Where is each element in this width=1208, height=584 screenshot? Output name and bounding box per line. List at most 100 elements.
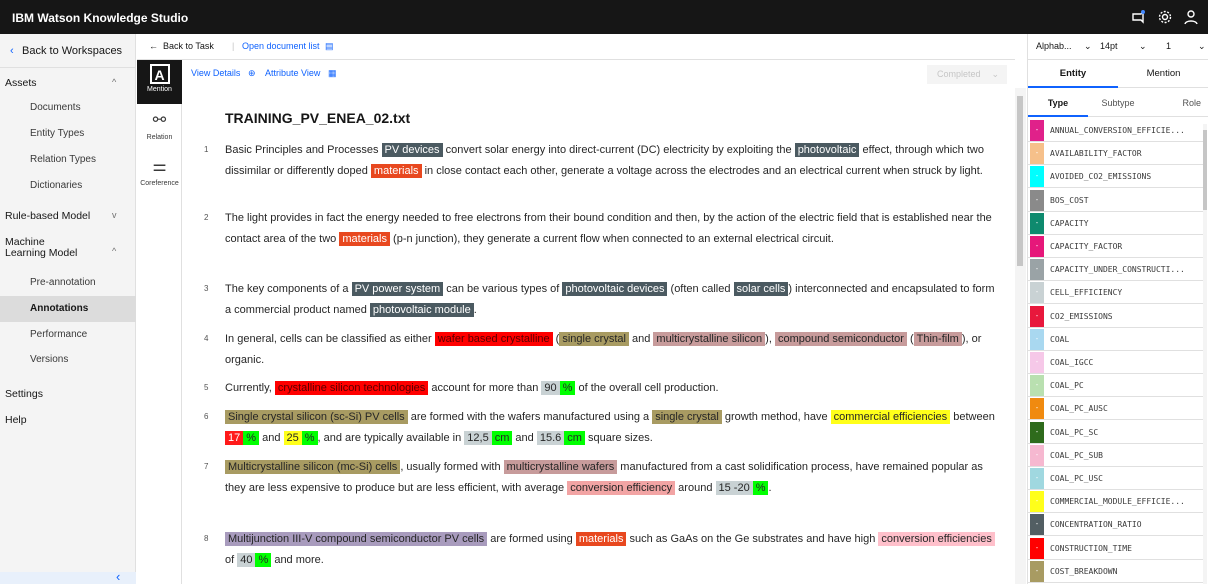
scrollbar-thumb[interactable] <box>1017 96 1023 266</box>
text: in close contact each other, generate a … <box>421 165 983 177</box>
mention[interactable]: PV devices <box>381 143 443 157</box>
entity-type-item[interactable]: - COMMERCIAL_MODULE_EFFICIE... <box>1028 490 1203 514</box>
status-dropdown[interactable]: Completed ⌄ <box>927 65 1007 84</box>
entity-list-scrollbar[interactable] <box>1203 124 1207 584</box>
tab-mention[interactable]: Mention <box>1118 60 1208 88</box>
scrollbar-thumb[interactable] <box>1203 130 1207 210</box>
entity-type-item[interactable]: - COAL_PC_USC <box>1028 467 1203 490</box>
attribute-view-link[interactable]: Attribute View <box>265 68 320 78</box>
sidebar-section-machine-learning-model[interactable]: Machine Learning Model ^ <box>0 237 136 267</box>
entity-type-item[interactable]: - AVOIDED_CO2_EMISSIONS <box>1028 165 1203 189</box>
item-label: Versions <box>30 354 69 365</box>
sidebar-item-dictionaries[interactable]: Dictionaries <box>0 180 136 200</box>
document-scrollbar[interactable] <box>1015 88 1026 584</box>
sidebar-item-versions[interactable]: Versions <box>0 354 136 374</box>
sort-dropdown[interactable]: Alphab... <box>1036 41 1072 51</box>
mention[interactable]: 25 <box>283 431 302 445</box>
chevron-left-icon: ‹ <box>116 569 121 584</box>
mention[interactable]: conversion efficiency <box>567 481 676 495</box>
mention[interactable]: solar cells <box>733 282 789 296</box>
entity-type-item[interactable]: - CAPACITY <box>1028 212 1203 235</box>
font-size-dropdown[interactable]: 14pt <box>1100 41 1118 51</box>
entity-type-item[interactable]: - ANNUAL_CONVERSION_EFFICIE... <box>1028 119 1203 142</box>
entity-type-item[interactable]: - COAL_PC <box>1028 374 1203 398</box>
entity-type-item[interactable]: - CAPACITY_UNDER_CONSTRUCTI... <box>1028 258 1203 282</box>
sidebar-item-entity-types[interactable]: Entity Types <box>0 128 136 148</box>
entity-type-item[interactable]: - CONCENTRATION_RATIO <box>1028 513 1203 537</box>
mention[interactable]: crystalline silicon technologies <box>274 381 429 395</box>
settings-icon[interactable] <box>1157 9 1173 25</box>
mention[interactable]: 15.6 <box>536 431 565 445</box>
sidebar-item-annotations[interactable]: Annotations <box>0 296 136 322</box>
mention[interactable]: multicrystalline silicon <box>653 332 766 346</box>
mention[interactable]: materials <box>575 532 627 546</box>
entity-type-item[interactable]: - CO2_EMISSIONS <box>1028 305 1203 328</box>
sidebar-section-rule-based-model[interactable]: Rule-based Model v <box>0 210 136 230</box>
sidebar-section-assets[interactable]: Assets ^ <box>0 77 136 97</box>
mention[interactable]: % <box>301 431 318 445</box>
mention[interactable]: photovoltaic module <box>369 303 474 317</box>
notification-icon[interactable] <box>1130 9 1146 25</box>
mention[interactable]: % <box>559 381 576 395</box>
mention[interactable]: Single crystal silicon (sc-Si) PV cells <box>225 410 408 424</box>
entity-type-item[interactable]: - AVAILABILITY_FACTOR <box>1028 142 1203 166</box>
mention[interactable]: materials <box>339 232 390 246</box>
back-to-workspaces-link[interactable]: ‹ Back to Workspaces <box>0 34 136 68</box>
mention[interactable]: single crystal <box>559 332 629 346</box>
mention[interactable]: 17 <box>225 431 244 445</box>
entity-type-item[interactable]: - COAL <box>1028 328 1203 351</box>
mention[interactable]: commercial efficiencies <box>830 410 951 424</box>
entity-type-item[interactable]: - COAL_PC_SUB <box>1028 444 1203 467</box>
mention[interactable]: Multicrystalline silicon (mc-Si) cells <box>225 460 401 474</box>
chevron-down-icon: ⌄ <box>1139 41 1147 51</box>
back-to-task-link[interactable]: Back to Task <box>163 41 214 51</box>
mention[interactable]: Multijunction III-V compound semiconduct… <box>225 532 488 546</box>
mention[interactable]: compound semiconductor <box>774 332 907 346</box>
mention[interactable]: 15 -20 <box>715 481 753 495</box>
mention[interactable]: 90 <box>541 381 560 395</box>
sidebar-section-settings[interactable]: Settings <box>0 388 136 408</box>
tab-entity[interactable]: Entity <box>1028 60 1118 88</box>
mention[interactable]: conversion efficiencies <box>878 532 995 546</box>
mention[interactable]: wafer based crystalline <box>434 332 553 346</box>
mention-tool[interactable]: A Mention <box>137 60 182 104</box>
mention[interactable]: % <box>752 481 769 495</box>
mention[interactable]: % <box>255 553 272 567</box>
sidebar-item-documents[interactable]: Documents <box>0 102 136 122</box>
mention[interactable]: cm <box>564 431 585 445</box>
mention[interactable]: photovoltaic <box>794 143 860 157</box>
entity-type-item[interactable]: - COAL_PC_SC <box>1028 421 1203 444</box>
subtab-role[interactable]: Role <box>1148 89 1208 117</box>
subtab-type[interactable]: Type <box>1028 89 1088 117</box>
mention[interactable]: cm <box>491 431 513 445</box>
sidebar-item-relation-types[interactable]: Relation Types <box>0 154 136 174</box>
view-details-link[interactable]: View Details <box>191 68 240 78</box>
entity-type-item[interactable]: - BOS_COST <box>1028 189 1203 212</box>
entity-type-item[interactable]: - CAPACITY_FACTOR <box>1028 235 1203 258</box>
relation-tool[interactable]: ⚯ Relation <box>137 106 182 150</box>
mention[interactable]: 40 <box>237 553 256 567</box>
mention[interactable]: single crystal <box>652 410 722 424</box>
sidebar-section-help[interactable]: Help <box>0 414 136 434</box>
entity-type-name: CO2_EMISSIONS <box>1050 311 1113 321</box>
mention[interactable]: photovoltaic devices <box>562 282 668 296</box>
sidebar-item-performance[interactable]: Performance <box>0 329 136 349</box>
coreference-tool[interactable]: ⚌ Coreference <box>137 152 182 196</box>
sidebar-item-pre-annotation[interactable]: Pre-annotation <box>0 277 136 297</box>
open-document-list-link[interactable]: Open document list <box>242 41 320 51</box>
mention[interactable]: materials <box>370 164 422 178</box>
mention[interactable]: % <box>243 431 260 445</box>
user-icon[interactable] <box>1183 9 1199 25</box>
subtab-subtype[interactable]: Subtype <box>1088 89 1148 117</box>
entity-type-item[interactable]: - CONSTRUCTION_TIME <box>1028 537 1203 560</box>
mention[interactable]: Thin-film <box>913 332 962 346</box>
entity-type-item[interactable]: - COAL_PC_AUSC <box>1028 397 1203 421</box>
mention[interactable]: multicrystalline wafers <box>503 460 618 474</box>
page-dropdown[interactable]: 1 <box>1166 41 1171 51</box>
entity-type-item[interactable]: - COST_BREAKDOWN <box>1028 560 1203 583</box>
mention[interactable]: PV power system <box>351 282 444 296</box>
sidebar-collapse-button[interactable]: ‹ <box>0 569 136 584</box>
entity-type-item[interactable]: - CELL_EFFICIENCY <box>1028 281 1203 305</box>
mention[interactable]: 12,5 <box>464 431 492 445</box>
entity-type-item[interactable]: - COAL_IGCC <box>1028 351 1203 374</box>
